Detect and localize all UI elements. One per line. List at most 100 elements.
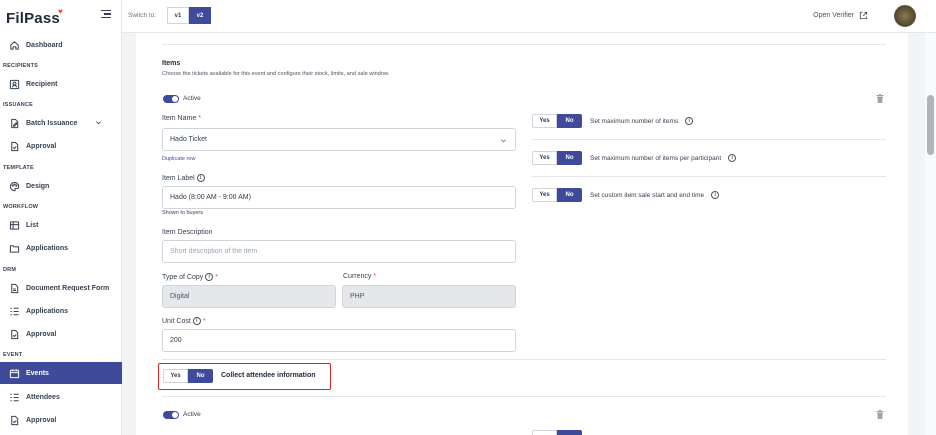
custom-sale-time-toggle[interactable]: Yes No (532, 188, 582, 202)
yes-option[interactable]: Yes (532, 151, 557, 165)
palette-icon (9, 181, 20, 191)
no-option[interactable]: No (557, 114, 582, 128)
type-of-copy-field: Digital (162, 285, 336, 308)
sidebar-item-document-request-form[interactable]: Document Request Form (0, 277, 122, 299)
user-avatar[interactable] (894, 5, 916, 27)
document-form-icon (11, 283, 19, 293)
sidebar-item-design[interactable]: Design (0, 175, 122, 197)
max-items-label: Set maximum number of items i (590, 117, 694, 125)
shown-to-buyers-hint: Shown to buyers (162, 210, 203, 216)
max-per-participant-label: Set maximum number of items per particip… (590, 154, 737, 162)
user-card-icon (9, 79, 20, 89)
home-icon (10, 40, 19, 50)
external-link-icon (859, 11, 868, 20)
document-check-icon (11, 415, 19, 425)
sidebar-item-dashboard[interactable]: Dashboard (0, 34, 122, 56)
info-icon[interactable]: i (685, 117, 694, 125)
scrollbar-track[interactable] (925, 33, 936, 435)
sidebar: FilPass♥ Dashboard RECIPIENTS Recipient … (0, 0, 122, 435)
active-label: Active (183, 95, 201, 102)
logo-heart-icon: ♥ (57, 7, 63, 16)
yes-option[interactable]: Yes (163, 369, 188, 383)
collect-attendee-label: Collect attendee information (221, 372, 316, 379)
second-item-limit-toggle[interactable] (532, 430, 582, 435)
open-verifier-link[interactable]: Open Verifier (813, 11, 868, 20)
info-icon[interactable]: i (196, 174, 205, 182)
checklist-icon (10, 307, 19, 315)
info-icon[interactable]: i (205, 273, 214, 281)
scrollbar-thumb[interactable] (927, 95, 934, 155)
sidebar-item-approval[interactable]: Approval (0, 135, 122, 157)
trash-icon[interactable] (876, 410, 884, 419)
currency-label: Currency * (343, 273, 377, 280)
version-v2-button[interactable]: v2 (189, 7, 211, 24)
no-option[interactable] (557, 430, 582, 435)
divider (162, 44, 886, 45)
trash-icon[interactable] (876, 94, 884, 103)
max-per-participant-toggle[interactable]: Yes No (532, 151, 582, 165)
section-drm: DRM (3, 267, 17, 273)
section-template: TEMPLATE (3, 165, 34, 171)
item-name-label: Item Name * (162, 115, 201, 122)
active-toggle[interactable] (163, 95, 179, 103)
item-description-label: Item Description (162, 229, 213, 236)
folder-icon (9, 244, 20, 253)
item-description-input[interactable]: Short description of the item (162, 240, 516, 263)
max-items-toggle[interactable]: Yes No (532, 114, 582, 128)
divider (162, 359, 886, 360)
item-label-input[interactable]: Hado (8:00 AM - 9:00 AM) (162, 186, 516, 209)
items-section-description: Choose the tickets available for this ev… (162, 71, 390, 77)
section-issuance: ISSUANCE (3, 102, 34, 108)
switch-to-label: Switch to: (128, 12, 157, 19)
sidebar-item-recipient[interactable]: Recipient (0, 73, 122, 95)
divider (532, 176, 886, 177)
section-workflow: WORKFLOW (3, 204, 39, 210)
sidebar-item-batch-issuance[interactable]: Batch Issuance (0, 112, 122, 134)
active-toggle[interactable] (163, 411, 179, 419)
document-check-icon (11, 329, 19, 339)
no-option[interactable]: No (188, 369, 213, 383)
unit-cost-input[interactable]: 200 (162, 329, 516, 352)
sidebar-item-attendees[interactable]: Attendees (0, 386, 122, 408)
info-icon[interactable]: i (192, 317, 201, 325)
yes-option[interactable]: Yes (532, 188, 557, 202)
document-check-icon (11, 141, 19, 151)
section-recipients: RECIPIENTS (3, 63, 39, 69)
menu-toggle-icon[interactable] (101, 10, 111, 19)
top-bar: Switch to: v1 v2 Open Verifier (122, 0, 936, 33)
filpass-logo[interactable]: FilPass♥ (6, 7, 63, 27)
list-icon (9, 220, 20, 230)
calendar-icon (9, 368, 20, 378)
sidebar-item-drm-approval[interactable]: Approval (0, 323, 122, 345)
yes-option[interactable] (532, 430, 557, 435)
currency-field: PHP (342, 285, 516, 308)
custom-sale-time-label: Set custom item sale start and end time i (590, 191, 720, 199)
document-edit-icon (11, 118, 19, 128)
event-form-panel: Items Choose the tickets available for t… (136, 33, 908, 435)
divider (162, 396, 886, 397)
no-option[interactable]: No (557, 151, 582, 165)
item-label-label: Item Label i (162, 174, 205, 182)
duplicate-row-link[interactable]: Duplicate row (162, 156, 195, 162)
chevron-down-icon (96, 121, 101, 125)
sidebar-item-list[interactable]: List (0, 214, 122, 236)
section-event: EVENT (3, 352, 23, 358)
item-name-select[interactable]: Hado Ticket (162, 128, 516, 151)
checklist-icon (10, 393, 19, 401)
yes-option[interactable]: Yes (532, 114, 557, 128)
sidebar-item-event-approval[interactable]: Approval (0, 409, 122, 431)
type-of-copy-label: Type of Copy i * (162, 273, 218, 281)
info-icon[interactable]: i (728, 154, 737, 162)
chevron-down-icon (501, 139, 506, 143)
sidebar-item-drm-applications[interactable]: Applications (0, 300, 122, 322)
active-label: Active (183, 411, 201, 418)
info-icon[interactable]: i (711, 191, 720, 199)
collect-attendee-toggle[interactable]: Yes No (163, 369, 213, 383)
no-option[interactable]: No (557, 188, 582, 202)
sidebar-item-events[interactable]: Events (0, 362, 122, 384)
items-section-title: Items (162, 60, 181, 67)
unit-cost-label: Unit Cost i * (162, 317, 206, 325)
sidebar-item-applications[interactable]: Applications (0, 237, 122, 259)
version-v1-button[interactable]: v1 (167, 7, 189, 24)
divider (532, 139, 886, 140)
